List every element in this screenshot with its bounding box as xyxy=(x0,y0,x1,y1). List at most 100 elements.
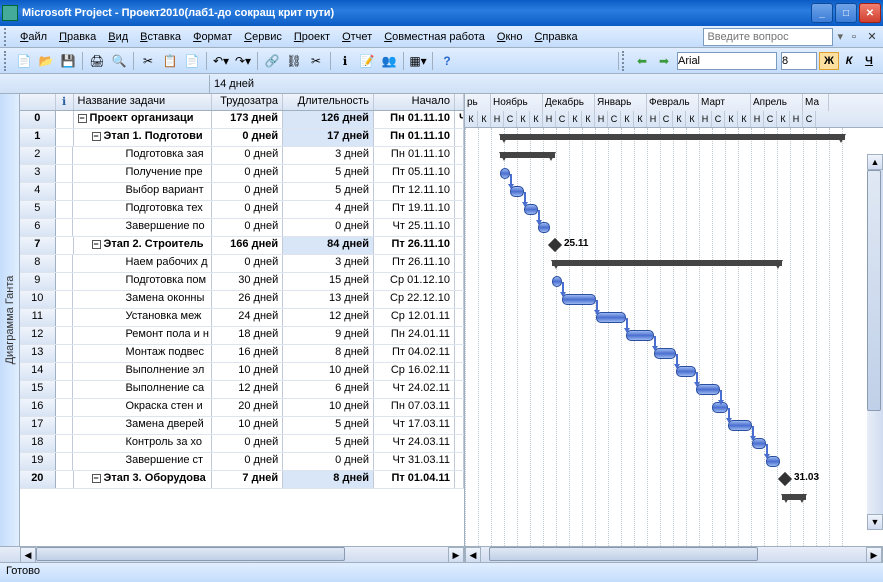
cell-work[interactable]: 30 дней xyxy=(212,273,283,290)
cell-work[interactable]: 166 дней xyxy=(212,237,283,254)
row-id[interactable]: 0 xyxy=(20,111,56,128)
cell-extra[interactable]: Ч xyxy=(455,111,464,128)
cell-work[interactable]: 0 дней xyxy=(212,129,283,146)
cell-name[interactable]: Завершение по xyxy=(73,219,212,236)
cell-duration[interactable]: 84 дней xyxy=(283,237,374,254)
grip-icon[interactable] xyxy=(622,51,628,71)
task-row[interactable]: 16Окраска стен и20 дней10 днейПн 07.03.1… xyxy=(20,399,464,417)
cell-extra[interactable] xyxy=(455,309,464,326)
row-id[interactable]: 10 xyxy=(20,291,56,308)
cell-name[interactable]: Наем рабочих д xyxy=(73,255,212,272)
cell-extra[interactable] xyxy=(455,381,464,398)
cell-start[interactable]: Пт 19.11.10 xyxy=(374,201,455,218)
task-row[interactable]: 13Монтаж подвес16 дней8 днейПт 04.02.11 xyxy=(20,345,464,363)
entry-cell[interactable] xyxy=(0,75,210,93)
cell-work[interactable]: 0 дней xyxy=(212,201,283,218)
cell-name[interactable]: Установка меж xyxy=(73,309,212,326)
cell-extra[interactable] xyxy=(455,147,464,164)
cell-name[interactable]: −Этап 1. Подготови xyxy=(74,129,212,146)
cell-duration[interactable]: 17 дней xyxy=(283,129,374,146)
cell-extra[interactable] xyxy=(455,219,464,236)
task-row[interactable]: 11Установка меж24 дней12 днейСр 12.01.11 xyxy=(20,309,464,327)
cell-extra[interactable] xyxy=(455,183,464,200)
cell-extra[interactable] xyxy=(455,291,464,308)
menu-совместная работа[interactable]: Совместная работа xyxy=(378,29,491,45)
cell-start[interactable]: Пт 26.11.10 xyxy=(374,255,455,272)
cell-duration[interactable]: 0 дней xyxy=(283,453,374,470)
cell-extra[interactable] xyxy=(455,327,464,344)
cell-work[interactable]: 26 дней xyxy=(212,291,283,308)
info-button[interactable]: ℹ xyxy=(335,51,355,71)
col-indicators[interactable]: ℹ xyxy=(56,94,74,110)
nav-fwd-button[interactable]: ➡ xyxy=(654,51,674,71)
task-bar[interactable] xyxy=(562,294,596,305)
col-duration[interactable]: Длительность xyxy=(283,94,374,110)
task-row[interactable]: 14Выполнение эл10 дней10 днейСр 16.02.11 xyxy=(20,363,464,381)
link-button[interactable]: 🔗 xyxy=(262,51,282,71)
scroll-down-button[interactable]: ▼ xyxy=(867,514,883,530)
task-row[interactable]: 18Контроль за хо0 дней5 днейЧт 24.03.11 xyxy=(20,435,464,453)
print-button[interactable]: 🖨 xyxy=(87,51,107,71)
cell-start[interactable]: Ср 22.12.10 xyxy=(374,291,455,308)
cell-work[interactable]: 18 дней xyxy=(212,327,283,344)
cell-duration[interactable]: 5 дней xyxy=(283,417,374,434)
row-id[interactable]: 12 xyxy=(20,327,56,344)
paste-button[interactable]: 📄 xyxy=(182,51,202,71)
cell-extra[interactable] xyxy=(455,417,464,434)
minimize-button[interactable]: _ xyxy=(811,3,833,23)
cell-work[interactable]: 7 дней xyxy=(212,471,283,488)
row-id[interactable]: 14 xyxy=(20,363,56,380)
close-button[interactable]: ✕ xyxy=(859,3,881,23)
new-button[interactable]: 📄 xyxy=(14,51,34,71)
cell-start[interactable]: Пт 26.11.10 xyxy=(374,237,455,254)
task-bar[interactable] xyxy=(552,276,562,287)
cell-extra[interactable] xyxy=(455,363,464,380)
task-grid[interactable]: ℹ Название задачи Трудозатра Длительност… xyxy=(20,94,465,546)
row-id[interactable]: 16 xyxy=(20,399,56,416)
row-id[interactable]: 6 xyxy=(20,219,56,236)
row-id[interactable]: 15 xyxy=(20,381,56,398)
cell-start[interactable]: Пн 01.11.10 xyxy=(374,111,455,128)
row-id[interactable]: 5 xyxy=(20,201,56,218)
menu-сервис[interactable]: Сервис xyxy=(238,29,288,45)
row-id[interactable]: 2 xyxy=(20,147,56,164)
outline-toggle[interactable]: − xyxy=(78,114,87,123)
task-row[interactable]: 12Ремонт пола и н18 дней9 днейПн 24.01.1… xyxy=(20,327,464,345)
row-id[interactable]: 17 xyxy=(20,417,56,434)
grip-icon[interactable] xyxy=(4,51,10,71)
cell-extra[interactable] xyxy=(455,399,464,416)
gantt-hscroll[interactable]: ◀ ▶ xyxy=(465,547,883,563)
grip-icon[interactable] xyxy=(4,28,10,46)
cell-extra[interactable] xyxy=(455,453,464,470)
col-start[interactable]: Начало xyxy=(374,94,455,110)
scroll-left-button[interactable]: ◀ xyxy=(465,547,481,563)
cell-name[interactable]: Замена оконны xyxy=(73,291,212,308)
menu-формат[interactable]: Формат xyxy=(187,29,238,45)
timescale[interactable]: рьНоябрьДекабрьЯнварьФевральМартАпрельМа… xyxy=(465,94,883,128)
cell-work[interactable]: 173 дней xyxy=(212,111,283,128)
outline-toggle[interactable]: − xyxy=(92,474,101,483)
menu-вставка[interactable]: Вставка xyxy=(134,29,187,45)
split-button[interactable]: ✂ xyxy=(306,51,326,71)
nav-back-button[interactable]: ⬅ xyxy=(632,51,652,71)
cell-extra[interactable] xyxy=(455,129,464,146)
cell-start[interactable]: Пт 04.02.11 xyxy=(374,345,455,362)
cell-extra[interactable] xyxy=(455,255,464,272)
menu-справка[interactable]: Справка xyxy=(528,29,583,45)
cell-duration[interactable]: 5 дней xyxy=(283,435,374,452)
cell-extra[interactable] xyxy=(455,345,464,362)
task-bar[interactable] xyxy=(500,168,510,179)
task-row[interactable]: 7−Этап 2. Строитель166 дней84 днейПт 26.… xyxy=(20,237,464,255)
cell-start[interactable]: Пт 05.11.10 xyxy=(374,165,455,182)
row-id[interactable]: 7 xyxy=(20,237,56,254)
task-row[interactable]: 20−Этап 3. Оборудова7 дней8 днейПт 01.04… xyxy=(20,471,464,489)
task-row[interactable]: 2Подготовка зая0 дней3 днейПн 01.11.10 xyxy=(20,147,464,165)
cell-start[interactable]: Пт 01.04.11 xyxy=(374,471,455,488)
cell-start[interactable]: Ср 16.02.11 xyxy=(374,363,455,380)
cell-duration[interactable]: 15 дней xyxy=(283,273,374,290)
assign-button[interactable]: 👥 xyxy=(379,51,399,71)
cell-name[interactable]: Подготовка тех xyxy=(73,201,212,218)
ask-question-input[interactable] xyxy=(703,28,833,46)
task-row[interactable]: 17Замена дверей10 дней5 днейЧт 17.03.11 xyxy=(20,417,464,435)
row-id[interactable]: 19 xyxy=(20,453,56,470)
